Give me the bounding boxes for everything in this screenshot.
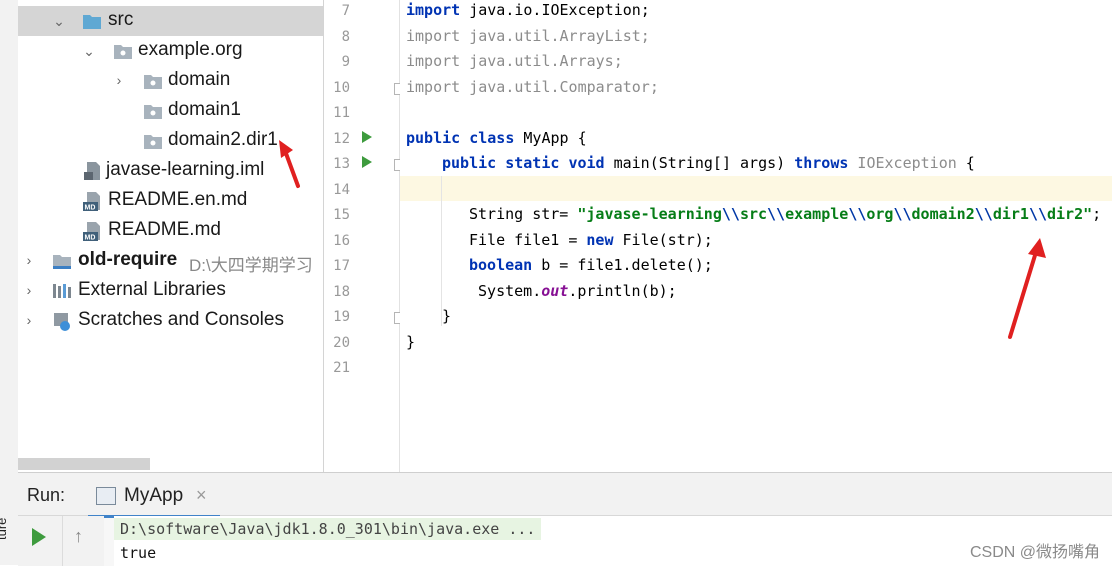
package-folder-icon bbox=[144, 105, 162, 119]
tree-item-label: README.en.md bbox=[108, 189, 248, 210]
tree-item-scratches[interactable]: › Scratches and Consoles bbox=[18, 306, 323, 336]
package-folder-icon bbox=[144, 135, 162, 149]
run-class-icon[interactable] bbox=[362, 131, 372, 143]
line-number: 8 bbox=[341, 29, 350, 45]
project-tree: ⌄ src ⌄ example.org › domain domain1 dom… bbox=[18, 0, 323, 472]
tree-item-example-org[interactable]: ⌄ example.org bbox=[18, 36, 323, 66]
line-number: 16 bbox=[333, 233, 350, 249]
tree-item-external-libraries[interactable]: › External Libraries bbox=[18, 276, 323, 306]
tree-item-label: Scratches and Consoles bbox=[78, 309, 284, 330]
arrow-up-icon[interactable]: ↑ bbox=[74, 526, 83, 547]
module-path: D:\大四学期学习 bbox=[189, 256, 313, 275]
line-number: 10 bbox=[333, 80, 350, 96]
run-label: Run: bbox=[27, 485, 66, 505]
current-line-highlight bbox=[400, 176, 1112, 201]
iml-file-icon bbox=[84, 162, 100, 180]
line-number: 9 bbox=[341, 54, 350, 70]
markdown-file-icon: MD bbox=[83, 222, 100, 242]
console-command-line: D:\software\Java\jdk1.8.0_301\bin\java.e… bbox=[114, 518, 542, 540]
chevron-right-icon[interactable]: › bbox=[22, 313, 36, 327]
svg-text:MD: MD bbox=[85, 205, 96, 212]
tree-item-label: domain2.dir1 bbox=[168, 129, 278, 150]
line-number: 12 bbox=[333, 131, 350, 147]
tree-item-label: domain bbox=[168, 69, 231, 90]
tree-item-readme[interactable]: MD README.md bbox=[18, 216, 323, 246]
line-number: 11 bbox=[333, 105, 350, 121]
chevron-right-icon[interactable]: › bbox=[22, 283, 36, 297]
code-line-15: String str= "javase-learning\\src\\examp… bbox=[469, 205, 1102, 223]
package-folder-icon bbox=[144, 75, 162, 89]
scratches-icon bbox=[54, 313, 70, 331]
module-folder-icon bbox=[53, 255, 71, 269]
tree-item-domain[interactable]: › domain bbox=[18, 66, 323, 96]
line-number: 7 bbox=[341, 3, 350, 19]
tree-item-label: README.md bbox=[108, 219, 221, 240]
tree-item-label: old-require bbox=[78, 249, 178, 270]
tree-item-domain1[interactable]: domain1 bbox=[18, 96, 323, 126]
chevron-right-icon[interactable]: › bbox=[112, 73, 126, 87]
tree-item-readme-en[interactable]: MD README.en.md bbox=[18, 186, 323, 216]
tree-item-label: domain1 bbox=[168, 99, 241, 120]
run-main-icon[interactable] bbox=[362, 156, 372, 168]
code-line-7: import java.io.IOException; bbox=[406, 1, 650, 19]
run-tab-label: MyApp bbox=[124, 485, 184, 506]
application-icon bbox=[96, 487, 116, 505]
tree-item-label: javase-learning.iml bbox=[106, 159, 265, 180]
code-line-18: System.out.println(b); bbox=[469, 282, 677, 300]
watermark: CSDN @微扬嘴角 bbox=[969, 544, 1100, 561]
annotation-arrow-icon bbox=[1008, 238, 1046, 339]
chevron-down-icon[interactable]: ⌄ bbox=[52, 14, 66, 28]
line-number: 19 bbox=[333, 309, 350, 325]
line-number: 15 bbox=[333, 207, 350, 223]
source-folder-icon bbox=[83, 15, 101, 29]
line-number: 17 bbox=[333, 258, 350, 274]
tree-item-old-require[interactable]: › old-require D:\大四学期学习 bbox=[18, 246, 323, 276]
run-header: Run: MyApp × bbox=[18, 473, 1112, 518]
line-number: 18 bbox=[333, 284, 350, 300]
close-icon[interactable]: × bbox=[196, 485, 207, 506]
left-tool-strip: ture bbox=[0, 0, 19, 565]
run-toolbar: ↑ bbox=[18, 516, 104, 566]
rerun-icon[interactable] bbox=[32, 528, 46, 546]
code-line-16: File file1 = new File(str); bbox=[469, 231, 713, 249]
line-number: 21 bbox=[333, 360, 350, 376]
indent-guide bbox=[441, 176, 442, 326]
package-folder-icon bbox=[114, 45, 132, 59]
structure-tool-label[interactable]: ture bbox=[0, 518, 9, 540]
markdown-file-icon: MD bbox=[83, 192, 100, 212]
console-output-line: true bbox=[120, 544, 157, 562]
tree-item-label: External Libraries bbox=[78, 279, 226, 300]
code-line-17: boolean b = file1.delete(); bbox=[469, 256, 713, 274]
libraries-icon bbox=[53, 284, 71, 298]
tree-item-label: src bbox=[108, 9, 134, 30]
code-line-9: import java.util.Arrays; bbox=[406, 52, 623, 70]
line-number: 14 bbox=[333, 182, 350, 198]
code-line-13: public static void main(String[] args) t… bbox=[442, 154, 975, 172]
annotation-arrow-icon bbox=[279, 140, 300, 188]
line-number: 13 bbox=[333, 156, 350, 172]
code-line-20: } bbox=[406, 333, 416, 351]
code-line-8: import java.util.ArrayList; bbox=[406, 27, 650, 45]
tree-horizontal-scrollbar[interactable] bbox=[18, 458, 150, 470]
editor-gutter: 7 8 9 10 11 12 13 14 15 16 17 18 19 20 2… bbox=[324, 0, 405, 472]
tree-item-src[interactable]: ⌄ src bbox=[18, 6, 323, 36]
svg-text:MD: MD bbox=[85, 235, 96, 242]
code-line-19: } bbox=[442, 307, 452, 325]
toolbar-divider bbox=[62, 516, 63, 566]
chevron-down-icon[interactable]: ⌄ bbox=[82, 44, 96, 58]
line-number: 20 bbox=[333, 335, 350, 351]
run-tool-window: Run: MyApp × ↑ D:\software\Java\jdk1.8.0… bbox=[18, 472, 1112, 566]
code-line-12: public class MyApp { bbox=[406, 129, 587, 147]
chevron-right-icon[interactable]: › bbox=[22, 253, 36, 267]
console-output[interactable]: D:\software\Java\jdk1.8.0_301\bin\java.e… bbox=[114, 516, 1112, 566]
run-tab-myapp[interactable]: MyApp × bbox=[88, 477, 220, 518]
code-line-10: import java.util.Comparator; bbox=[406, 78, 659, 96]
tree-item-label: example.org bbox=[138, 39, 243, 60]
